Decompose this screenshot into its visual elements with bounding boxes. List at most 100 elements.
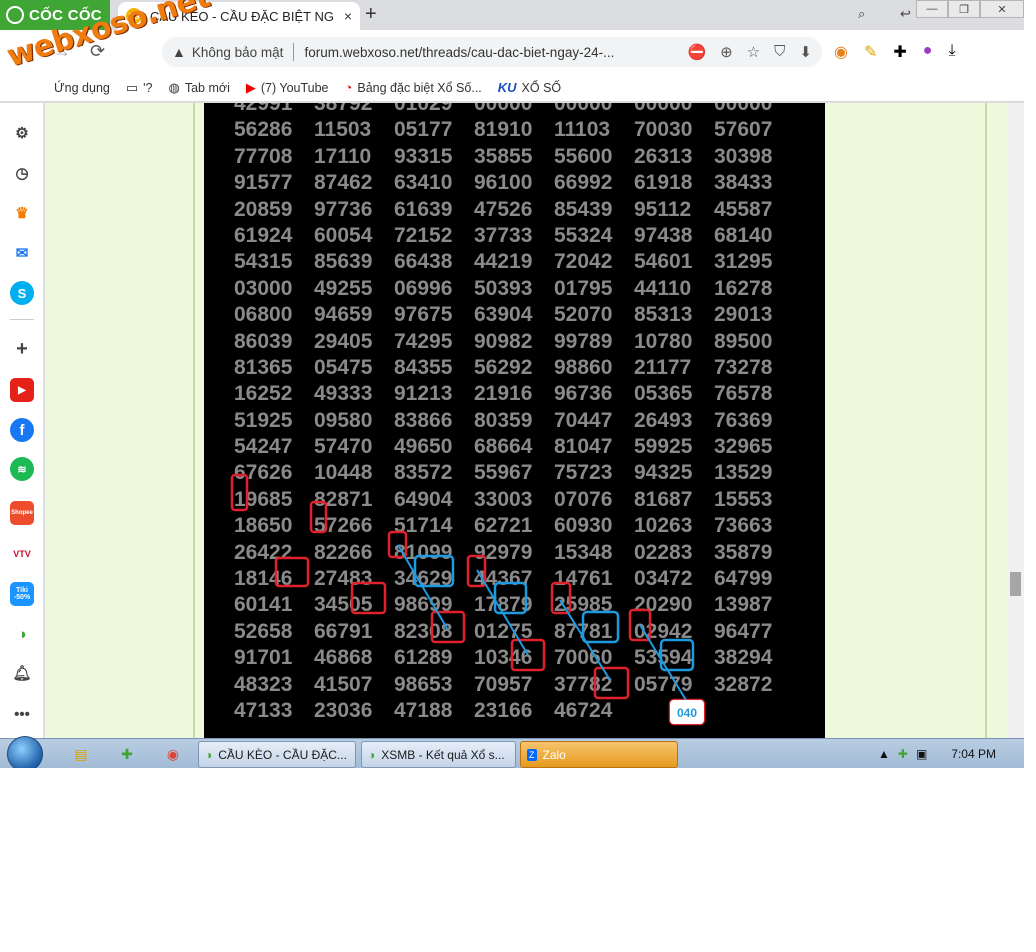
shopee-icon[interactable]: Shopee [10, 501, 34, 525]
grid-number: 54315 [234, 250, 293, 274]
explorer-icon[interactable]: ▤ [70, 743, 92, 765]
grid-number: 47188 [394, 698, 453, 722]
grid-number: 30398 [714, 144, 773, 168]
grid-number: 80359 [474, 408, 533, 432]
warning-icon: ▲ [172, 44, 186, 60]
history-icon[interactable]: ◷ [10, 161, 34, 185]
bookmark-label: (7) YouTube [260, 80, 329, 95]
more-icon[interactable]: ••• [10, 702, 34, 726]
grid-number: 56292 [474, 355, 533, 379]
scrollbar-thumb[interactable] [1010, 572, 1021, 596]
grid-number: 44367 [474, 567, 533, 591]
chrome-ext-icon[interactable]: ◉ [834, 42, 848, 62]
pencil-icon[interactable]: ✎ [864, 42, 877, 62]
grid-number: 55600 [554, 144, 613, 168]
grid-row: 06800 94659 97675 63904 52070 85313 29013 [234, 302, 794, 328]
new-tab-button[interactable]: + [365, 3, 377, 26]
chrome-icon[interactable]: ◉ [162, 743, 184, 765]
bookmark-apps[interactable]: Ứng dụng [54, 81, 110, 95]
task-zalo[interactable]: Z Zalo [520, 741, 678, 768]
block-icon[interactable]: ⛔ [687, 43, 706, 61]
download-arrow-icon[interactable]: ⬇ [799, 43, 812, 61]
grid-number: 23166 [474, 698, 533, 722]
task-coccoc-1[interactable]: ◑ CẦU KÈO - CẦU ĐẶC... [198, 741, 356, 768]
grid-number: 66438 [394, 250, 453, 274]
grid-number: 09580 [314, 408, 373, 432]
add-icon[interactable]: + [10, 337, 34, 361]
bookmark-new-tab[interactable]: ◍ Tab mới [169, 80, 230, 96]
bookmark-folder[interactable]: ▭ '? [126, 80, 153, 96]
close-window-icon[interactable]: ✕ [980, 0, 1024, 18]
grid-number: 94659 [314, 303, 373, 327]
grid-number: 91213 [394, 382, 453, 406]
coccoc-icon[interactable]: ◑ [10, 622, 34, 646]
grid-number: 00000 [554, 103, 613, 115]
scrollbar[interactable] [1008, 103, 1024, 738]
tiki-icon[interactable]: Tiki -50% [10, 582, 34, 606]
grid-number: 60930 [554, 514, 613, 538]
start-button[interactable] [7, 736, 43, 768]
shield-icon[interactable]: ⛉ [774, 43, 785, 61]
grid-number: 44219 [474, 250, 533, 274]
tray-expand-icon[interactable]: ▲ [878, 747, 890, 761]
crown-icon[interactable]: ♛ [10, 201, 34, 225]
grid-number: 91577 [234, 171, 293, 195]
grid-row: 48323 41507 98653 70957 37782 05779 32872 [234, 672, 794, 698]
clock[interactable]: 7:04 PM [951, 747, 996, 761]
grid-number: 91701 [234, 646, 293, 670]
grid-number: 10346 [474, 646, 533, 670]
skype-icon[interactable]: S [10, 281, 34, 305]
grid-row: 61924 60054 72152 37733 55324 97438 68140 [234, 223, 794, 249]
grid-number: 82871 [314, 487, 373, 511]
grid-number: 47133 [234, 698, 293, 722]
grid-number: 55324 [554, 223, 613, 247]
desktop-screen: CỐC CỐC XS CẦU KÈO - CẦU ĐẶC BIỆT NG × +… [0, 0, 1024, 768]
grid-number: 53594 [634, 646, 693, 670]
grid-number: 70957 [474, 672, 533, 696]
restore-icon[interactable]: ❐ [948, 0, 980, 18]
profile-avatar-icon[interactable]: ● [923, 42, 933, 62]
grid-number: 85313 [634, 303, 693, 327]
brand-logo[interactable]: CỐC CỐC [6, 4, 102, 26]
coccoc-tray-icon[interactable]: ✚ [898, 747, 908, 761]
grid-number: 61289 [394, 646, 453, 670]
grid-row: 56286 11503 05177 81910 11103 70030 57607 [234, 117, 794, 143]
grid-number: 85439 [554, 197, 613, 221]
spotify-icon[interactable]: ≋ [10, 457, 34, 481]
task-label: XSMB - Kết quả Xổ s... [381, 747, 505, 762]
minimize-icon[interactable]: — [916, 0, 948, 18]
coccoc-taskbar-icon[interactable]: ✚ [116, 743, 138, 765]
task-coccoc-2[interactable]: ◑ XSMB - Kết quả Xổ s... [361, 741, 516, 768]
grid-row: 51925 09580 83866 80359 70447 26493 76369 [234, 408, 794, 434]
bookmark-lottery-table[interactable]: ◔ Bảng đặc biệt Xổ Số... [345, 80, 482, 95]
grid-number: 19685 [234, 487, 293, 511]
tab-search-icon[interactable]: ⌕ [858, 6, 865, 22]
star-icon[interactable]: ☆ [747, 43, 760, 61]
settings-icon[interactable]: ⚙ [10, 121, 34, 145]
grid-number: 14761 [554, 567, 613, 591]
facebook-icon[interactable]: f [10, 418, 34, 442]
grid-number: 20859 [234, 197, 293, 221]
downloads-icon[interactable]: ⤓ [948, 42, 955, 62]
grid-number: 10780 [634, 329, 693, 353]
bookmark-xoso[interactable]: KU XỔ SỐ [498, 80, 561, 95]
grid-number: 10263 [634, 514, 693, 538]
back-history-icon[interactable]: ↩ [900, 6, 911, 22]
network-icon[interactable]: ▣ [916, 747, 927, 761]
bookmark-youtube[interactable]: ▶ (7) YouTube [246, 80, 329, 96]
messenger-icon[interactable]: ✉ [10, 241, 34, 265]
vtv-icon[interactable]: VTV [10, 542, 34, 566]
youtube-icon: ▶ [245, 79, 256, 95]
grid-number: 50393 [474, 276, 533, 300]
url-text[interactable]: forum.webxoso.net/threads/cau-dac-biet-n… [304, 45, 687, 60]
grid-number: 63410 [394, 171, 453, 195]
youtube-icon[interactable]: ▶ [10, 378, 34, 402]
close-icon[interactable]: × [344, 8, 352, 24]
address-bar[interactable]: ▲ Không bảo mật forum.webxoso.net/thread… [162, 37, 822, 67]
zoom-icon[interactable]: ⊕ [720, 43, 733, 61]
puzzle-icon[interactable]: ✚ [893, 42, 906, 62]
grid-number: 63904 [474, 303, 533, 327]
bell-icon[interactable]: 🔔︎ [10, 661, 34, 685]
grid-number: 48323 [234, 672, 293, 696]
grid-number: 38792 [314, 103, 373, 115]
